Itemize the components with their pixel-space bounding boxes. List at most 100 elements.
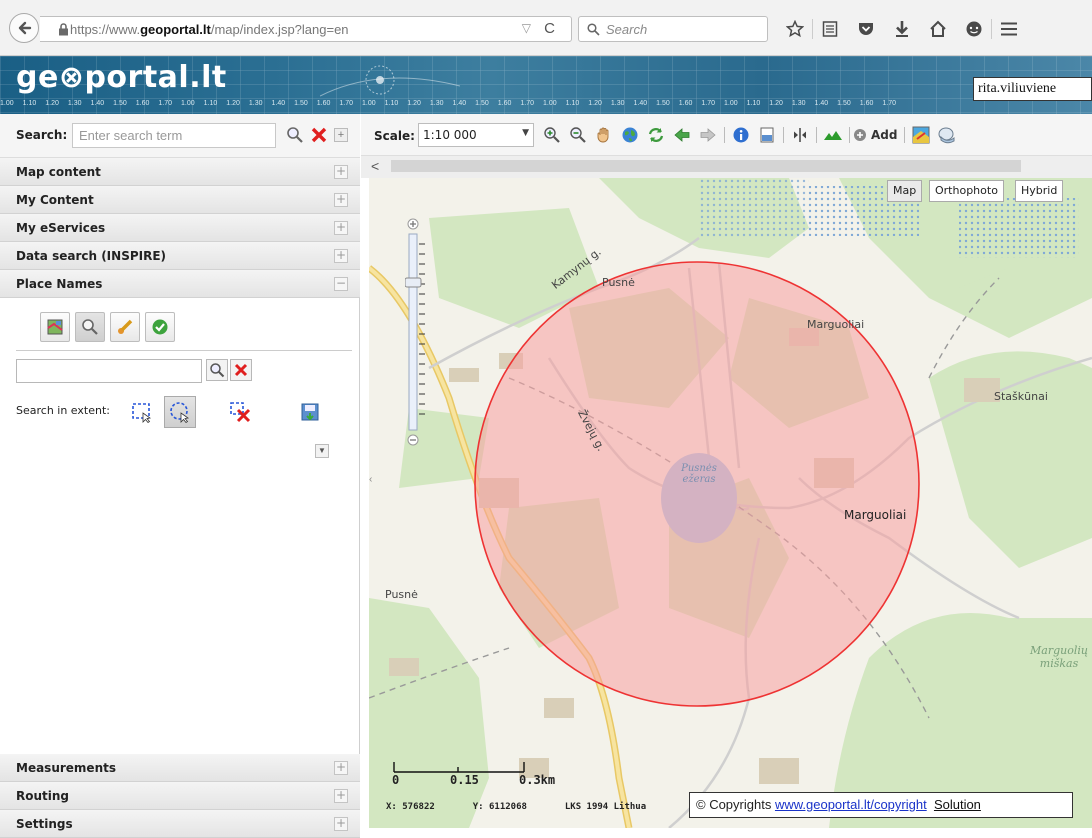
scale-tick: 1.60	[497, 100, 512, 107]
scale-select[interactable]: 1:10 000 ▼	[418, 123, 534, 147]
site-logo[interactable]: ge⊗portal.lt	[16, 60, 227, 95]
browser-search-input[interactable]: Search	[578, 16, 768, 42]
reading-list-icon[interactable]	[815, 16, 845, 42]
next-extent-icon[interactable]	[695, 122, 721, 148]
map-layer-button[interactable]	[40, 312, 70, 342]
scale-tick: 1.50	[113, 100, 127, 107]
zoom-in-icon[interactable]	[539, 122, 565, 148]
legend-icon[interactable]	[908, 122, 934, 148]
bookmark-star-icon[interactable]	[780, 16, 810, 42]
section-place-names[interactable]: Place Names −	[0, 270, 360, 298]
map-type-orthophoto[interactable]: Orthophoto	[929, 180, 1004, 202]
expand-icon[interactable]: +	[334, 789, 348, 803]
scale-tick: 1.20	[588, 100, 602, 107]
scale-tick: 1.00	[724, 100, 738, 107]
forest-label: Marguolių miškas	[1030, 644, 1088, 670]
place-name-search-button[interactable]	[206, 359, 228, 381]
collapse-icon[interactable]: −	[334, 277, 348, 291]
extent-clear-button[interactable]	[224, 396, 256, 428]
lock-icon	[59, 23, 68, 36]
back-button[interactable]	[9, 13, 39, 43]
confirm-button[interactable]	[145, 312, 175, 342]
place-name-input[interactable]	[16, 359, 202, 383]
expand-search-button[interactable]: +	[334, 128, 348, 142]
browser-search-placeholder: Search	[606, 21, 648, 37]
search-term-input[interactable]: Enter search term	[72, 123, 276, 148]
map-horizontal-scroll[interactable]: <	[361, 156, 1092, 178]
expand-icon[interactable]: +	[334, 165, 348, 179]
section-settings[interactable]: Settings +	[0, 810, 360, 838]
place-name-clear-button[interactable]	[230, 359, 252, 381]
section-map-content[interactable]: Map content +	[0, 158, 360, 186]
map-canvas[interactable]: Kamynų g. Pusnė Marguoliai Staškūnai Žve…	[369, 178, 1092, 828]
select-circle-icon	[170, 402, 190, 423]
pan-hand-icon[interactable]	[591, 122, 617, 148]
left-panel-toggle-icon[interactable]: ‹	[369, 474, 372, 485]
scale-tick-0: 0	[392, 773, 400, 787]
scale-tick: 1.70	[520, 100, 534, 107]
extent-circle-button[interactable]	[164, 396, 196, 428]
extent-rectangle-button[interactable]	[126, 396, 158, 428]
zoom-out-icon[interactable]	[565, 122, 591, 148]
info-icon[interactable]	[728, 122, 754, 148]
solution-link[interactable]: Solution	[934, 797, 981, 812]
map-scale-bar: 0 0.15 0.3km	[392, 760, 555, 790]
terrain-profile-icon[interactable]	[820, 122, 846, 148]
expand-icon[interactable]: +	[334, 193, 348, 207]
left-search-bar: Search: Enter search term +	[0, 114, 360, 158]
panel-collapse-icon[interactable]: ▼	[315, 444, 329, 458]
export-button[interactable]	[294, 396, 326, 428]
section-my-content[interactable]: My Content +	[0, 186, 360, 214]
section-measurements[interactable]: Measurements +	[0, 754, 360, 782]
coordinate-readout: X: 576822 Y: 6112068 LKS 1994 Lithua	[386, 802, 647, 812]
copyright-link[interactable]: www.geoportal.lt/copyright	[775, 797, 927, 812]
expand-icon[interactable]: +	[334, 761, 348, 775]
edit-button[interactable]	[110, 312, 140, 342]
clear-selection-icon	[230, 402, 251, 423]
scale-tick: 1.20	[769, 100, 783, 107]
expand-icon[interactable]: +	[334, 249, 348, 263]
scale-tick: 1.10	[203, 100, 218, 107]
download-icon[interactable]	[887, 16, 917, 42]
pocket-icon[interactable]	[851, 16, 881, 42]
scale-tick: 1.10	[22, 100, 37, 107]
print-icon[interactable]	[754, 122, 780, 148]
zoom-slider[interactable]	[404, 218, 425, 446]
user-name[interactable]: rita.viliuviene	[973, 77, 1092, 101]
scale-tick: 1.50	[475, 100, 489, 107]
previous-extent-icon[interactable]	[669, 122, 695, 148]
scale-tick: 1.60	[135, 100, 150, 107]
add-data-button[interactable]: Add	[853, 122, 901, 148]
chat-icon[interactable]	[959, 16, 989, 42]
search-icon[interactable]	[286, 126, 304, 144]
place-search-button[interactable]	[75, 312, 105, 342]
address-bar[interactable]: https://www. geoportal.lt/map/index.jsp?l…	[40, 16, 572, 42]
pencil-icon	[118, 319, 133, 334]
refresh-icon[interactable]	[643, 122, 669, 148]
url-dropdown-icon[interactable]: ▽	[522, 21, 531, 35]
map-type-map[interactable]: Map	[887, 180, 923, 202]
section-routing[interactable]: Routing +	[0, 782, 360, 810]
scale-tick: 1.00	[362, 100, 376, 107]
split-view-icon[interactable]	[787, 122, 813, 148]
layers-icon[interactable]	[934, 122, 960, 148]
home-icon[interactable]	[923, 16, 953, 42]
scale-tick: 1.00	[181, 100, 195, 107]
map-type-hybrid[interactable]: Hybrid	[1015, 180, 1064, 202]
expand-icon[interactable]: +	[334, 817, 348, 831]
section-my-eservices[interactable]: My eServices +	[0, 214, 360, 242]
place-label: Marguoliai	[844, 508, 907, 522]
globe-icon[interactable]	[617, 122, 643, 148]
scale-tick: 1.40	[452, 100, 467, 107]
search-icon	[210, 363, 225, 378]
search-in-extent-label: Search in extent:	[16, 404, 110, 417]
expand-icon[interactable]: +	[334, 221, 348, 235]
reload-icon[interactable]: C	[544, 20, 555, 37]
place-label: Pusnė	[385, 588, 418, 601]
scale-tick: 1.20	[226, 100, 240, 107]
section-data-search[interactable]: Data search (INSPIRE) +	[0, 242, 360, 270]
scale-tick: 1.70	[882, 100, 896, 107]
menu-icon[interactable]	[994, 16, 1024, 42]
chevron-left-icon[interactable]: <	[371, 158, 379, 174]
clear-search-icon[interactable]	[310, 126, 328, 144]
